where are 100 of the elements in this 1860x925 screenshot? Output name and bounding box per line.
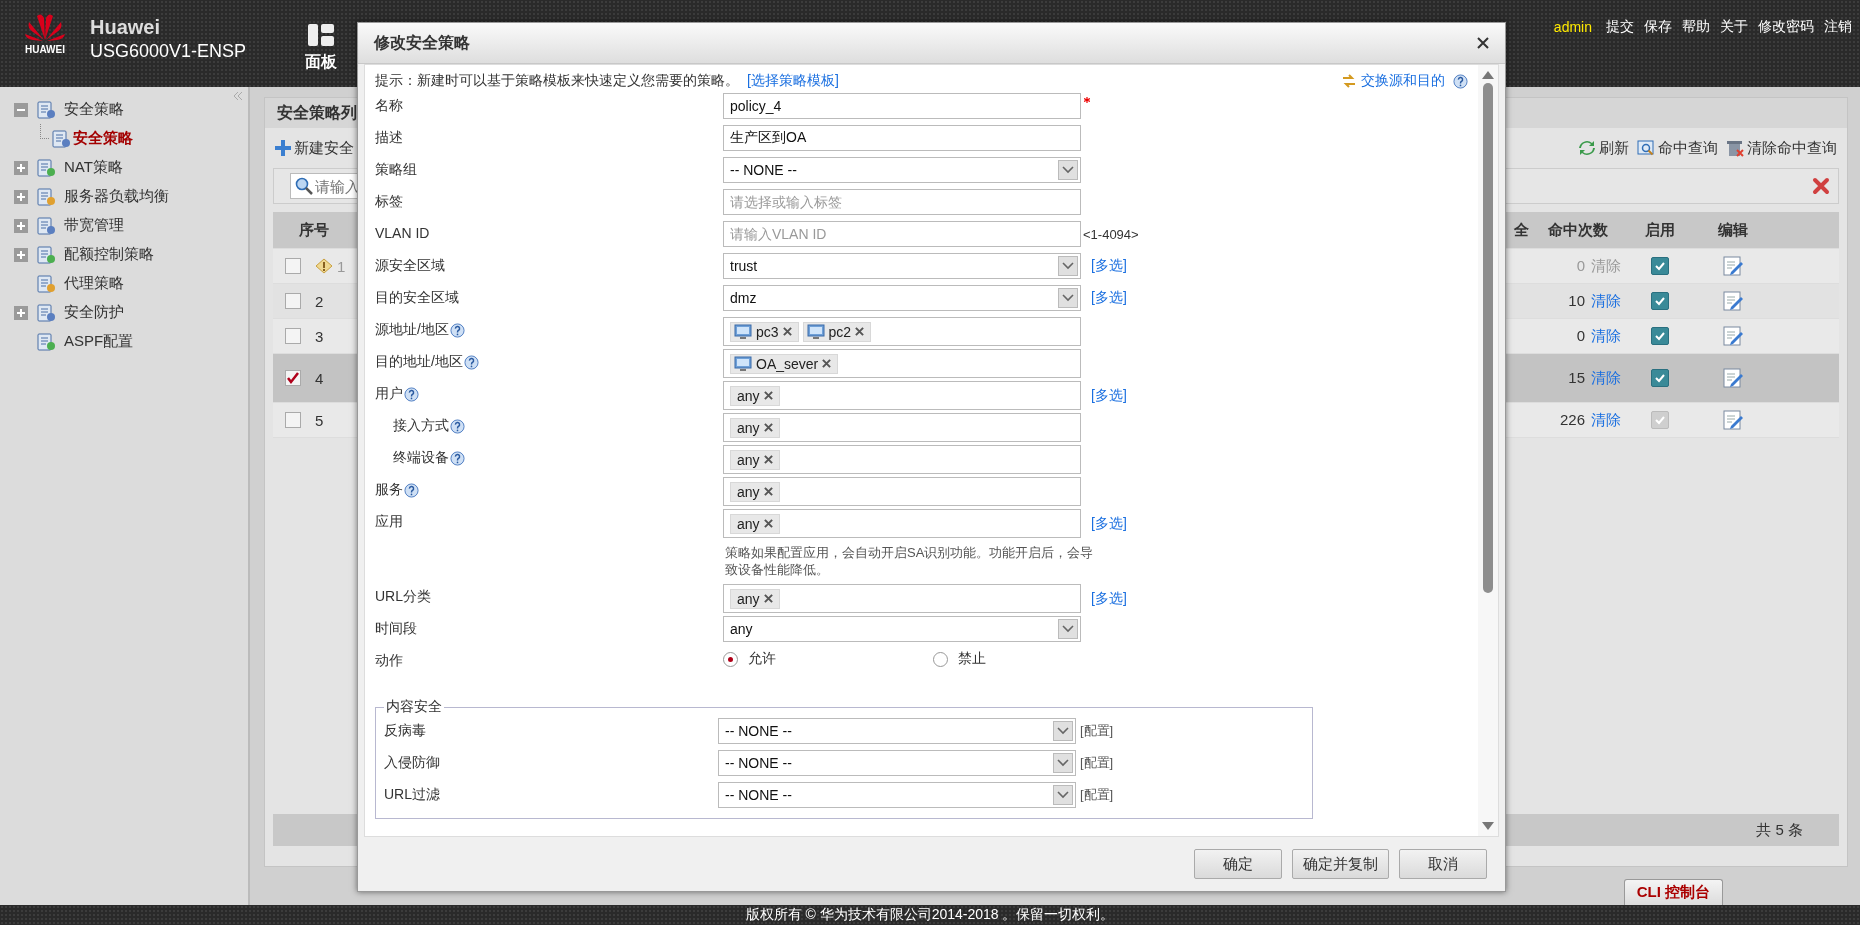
- remove-icon[interactable]: [763, 423, 773, 432]
- help-icon[interactable]: [404, 386, 419, 402]
- row-checkbox[interactable]: [285, 412, 301, 428]
- tag-field[interactable]: any: [723, 509, 1081, 538]
- multi-select-link[interactable]: [多选]: [1091, 257, 1127, 275]
- edit-icon[interactable]: [1722, 409, 1744, 431]
- sidebar-item[interactable]: 安全策略: [64, 100, 124, 119]
- multi-select-link[interactable]: [多选]: [1091, 289, 1127, 307]
- toolbar-button[interactable]: 命中查询: [1633, 138, 1722, 158]
- remove-icon[interactable]: [855, 327, 865, 336]
- config-link[interactable]: [配置]: [1080, 754, 1114, 772]
- sidebar-item[interactable]: ASPF配置: [64, 332, 134, 351]
- toolbar-button[interactable]: 刷新: [1574, 138, 1633, 158]
- help-icon[interactable]: [463, 354, 479, 370]
- row-checkbox[interactable]: [285, 258, 301, 274]
- enable-checkbox[interactable]: [1651, 369, 1669, 387]
- radio-button[interactable]: [933, 651, 948, 667]
- header-link[interactable]: 提交: [1606, 18, 1634, 36]
- clear-link[interactable]: 清除: [1591, 326, 1621, 346]
- dialog-button[interactable]: 确定并复制: [1292, 849, 1389, 879]
- row-checkbox[interactable]: [285, 328, 301, 344]
- clear-link[interactable]: 清除: [1591, 410, 1621, 430]
- dropdown[interactable]: trust: [723, 253, 1081, 279]
- tag-field[interactable]: any: [723, 413, 1081, 442]
- sidebar-item[interactable]: 安全策略: [73, 129, 133, 148]
- config-link[interactable]: [配置]: [1080, 786, 1114, 804]
- row-checkbox[interactable]: [285, 293, 301, 309]
- tag-field[interactable]: any: [723, 445, 1081, 474]
- header-link[interactable]: 关于: [1720, 18, 1748, 36]
- edit-icon[interactable]: [1722, 255, 1744, 277]
- close-icon[interactable]: [1477, 37, 1489, 49]
- help-icon[interactable]: [449, 322, 465, 338]
- dropdown[interactable]: -- NONE --: [718, 718, 1076, 744]
- dropdown[interactable]: -- NONE --: [718, 782, 1076, 808]
- radio-button[interactable]: [723, 651, 738, 667]
- remove-icon[interactable]: [782, 327, 792, 336]
- tag-field[interactable]: pc3 pc2: [723, 317, 1081, 346]
- expand-toggle-icon[interactable]: [14, 160, 28, 175]
- sidebar-item[interactable]: 带宽管理: [64, 216, 124, 235]
- row-checkbox[interactable]: [285, 370, 301, 386]
- expand-toggle-icon[interactable]: [14, 218, 28, 233]
- help-icon[interactable]: [450, 450, 465, 466]
- clear-link[interactable]: 清除: [1591, 291, 1621, 311]
- help-icon[interactable]: [450, 418, 465, 434]
- remove-icon[interactable]: [763, 455, 773, 464]
- multi-select-link[interactable]: [多选]: [1091, 514, 1127, 533]
- expand-toggle-icon[interactable]: [14, 102, 28, 117]
- dropdown[interactable]: -- NONE --: [718, 750, 1076, 776]
- cli-console-tab[interactable]: CLI 控制台: [1623, 879, 1723, 905]
- edit-icon[interactable]: [1722, 367, 1744, 389]
- expand-toggle-icon[interactable]: [14, 247, 28, 262]
- template-link[interactable]: [选择策略模板]: [747, 72, 839, 90]
- sidebar-item[interactable]: 代理策略: [64, 274, 124, 293]
- config-link[interactable]: [配置]: [1080, 722, 1114, 740]
- remove-icon[interactable]: [763, 594, 773, 603]
- swap-link[interactable]: 交换源和目的: [1341, 72, 1445, 90]
- tag-text: OA_sever: [756, 355, 819, 372]
- text-field[interactable]: 请输入VLAN ID: [723, 221, 1081, 247]
- tag-field[interactable]: any: [723, 381, 1081, 410]
- enable-checkbox[interactable]: [1651, 257, 1669, 275]
- toolbar-button[interactable]: 清除命中查询: [1722, 138, 1841, 158]
- new-policy-button[interactable]: 新建安全: [271, 138, 358, 158]
- dialog-button[interactable]: 确定: [1194, 849, 1282, 879]
- edit-icon[interactable]: [1722, 290, 1744, 312]
- nav-tab[interactable]: 面板: [305, 0, 337, 73]
- edit-icon[interactable]: [1722, 325, 1744, 347]
- text-field[interactable]: 生产区到OA: [723, 125, 1081, 151]
- header-link[interactable]: 注销: [1824, 18, 1852, 36]
- expand-toggle-icon[interactable]: [14, 189, 28, 204]
- remove-icon[interactable]: [822, 359, 832, 368]
- text-field[interactable]: 请选择或输入标签: [723, 189, 1081, 215]
- sidebar-item[interactable]: 服务器负载均衡: [64, 187, 169, 206]
- tag-field[interactable]: any: [723, 584, 1081, 613]
- remove-icon[interactable]: [763, 391, 773, 400]
- help-icon[interactable]: [1453, 73, 1468, 89]
- sidebar-item[interactable]: 安全防护: [64, 303, 124, 322]
- text-field[interactable]: policy_4: [723, 93, 1081, 119]
- tag-field[interactable]: OA_sever: [723, 349, 1081, 378]
- enable-checkbox[interactable]: [1651, 327, 1669, 345]
- help-icon[interactable]: [404, 482, 419, 498]
- header-link[interactable]: 修改密码: [1758, 18, 1814, 36]
- expand-toggle-icon[interactable]: [14, 305, 28, 320]
- header-link[interactable]: 帮助: [1682, 18, 1710, 36]
- dropdown[interactable]: dmz: [723, 285, 1081, 311]
- remove-icon[interactable]: [763, 487, 773, 496]
- remove-icon[interactable]: [763, 519, 773, 528]
- header-link[interactable]: 保存: [1644, 18, 1672, 36]
- tag-field[interactable]: any: [723, 477, 1081, 506]
- sidebar-item[interactable]: 配额控制策略: [64, 245, 154, 264]
- multi-select-link[interactable]: [多选]: [1091, 589, 1127, 608]
- multi-select-link[interactable]: [多选]: [1091, 386, 1127, 405]
- scrollbar-thumb[interactable]: [1483, 83, 1493, 593]
- dialog-button[interactable]: 取消: [1399, 849, 1487, 879]
- enable-checkbox[interactable]: [1651, 292, 1669, 310]
- dropdown[interactable]: any: [723, 616, 1081, 642]
- scroll-up-icon[interactable]: [1482, 71, 1494, 79]
- row-number: 4: [315, 369, 324, 387]
- sidebar-item[interactable]: NAT策略: [64, 158, 123, 177]
- dropdown[interactable]: -- NONE --: [723, 157, 1081, 183]
- scroll-down-icon[interactable]: [1482, 822, 1494, 830]
